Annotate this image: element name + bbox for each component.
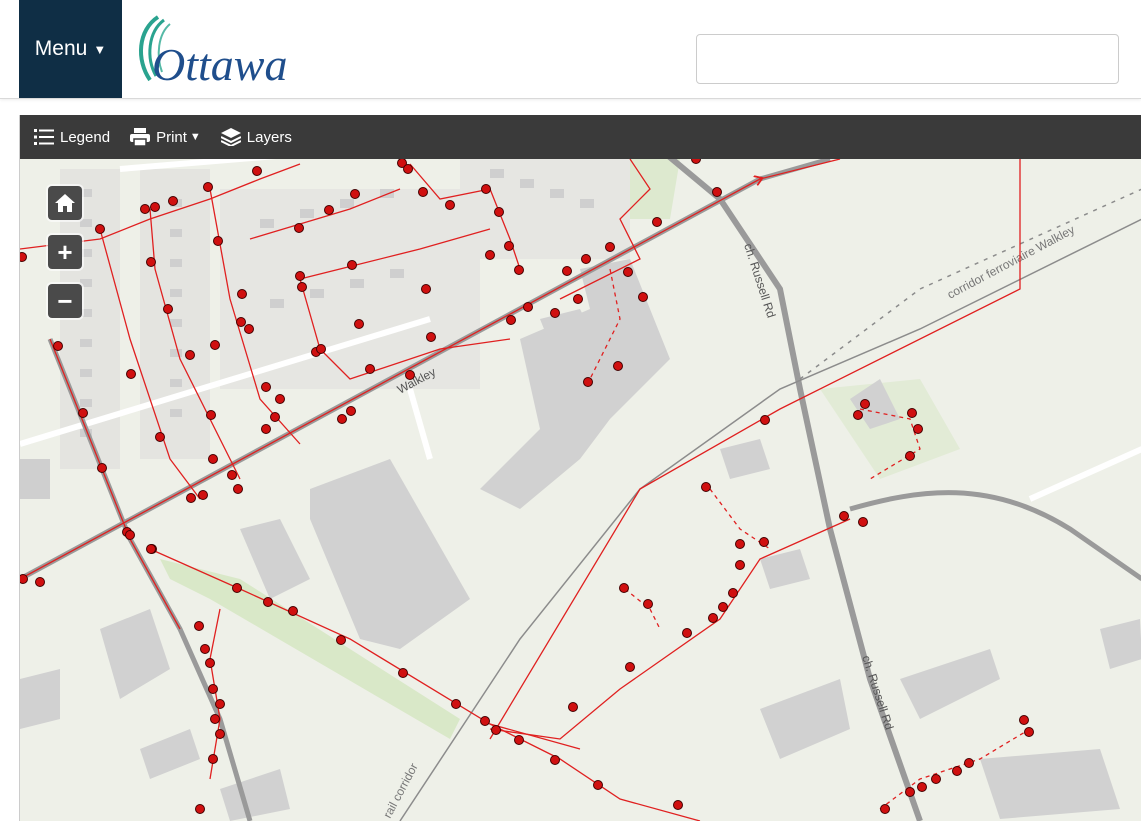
map-viewer[interactable]: Legend Print ▼ Layers + − ch. Russell Rd… [19,115,1141,821]
header-bar: Menu ▼ Ottawa [0,0,1141,99]
layers-button[interactable]: Layers [220,128,292,146]
logo-text: Ottawa [152,39,287,88]
layers-icon [220,128,241,146]
search-input[interactable] [696,34,1119,84]
menu-button[interactable]: Menu ▼ [19,0,122,98]
zoom-in-button[interactable]: + [48,235,82,269]
ottawa-logo[interactable]: Ottawa [128,12,303,90]
map-canvas[interactable]: ch. Russell Rd ch. Russell Rd corridor f… [20,159,1141,821]
layers-label: Layers [246,128,292,146]
print-button[interactable]: Print ▼ [130,128,201,146]
legend-button[interactable]: Legend [34,128,110,146]
caret-down-icon: ▼ [189,131,201,143]
map-toolbar: Legend Print ▼ Layers [20,115,1141,159]
plus-icon: + [57,236,73,267]
legend-label: Legend [60,128,111,146]
list-icon [34,129,54,145]
print-label: Print [156,128,187,146]
zoom-out-button[interactable]: − [48,284,82,318]
home-button[interactable] [48,186,82,220]
home-icon [55,194,75,212]
minus-icon: − [57,285,73,316]
menu-label: Menu [34,37,88,60]
caret-down-icon: ▼ [93,41,107,57]
printer-icon [130,128,151,146]
